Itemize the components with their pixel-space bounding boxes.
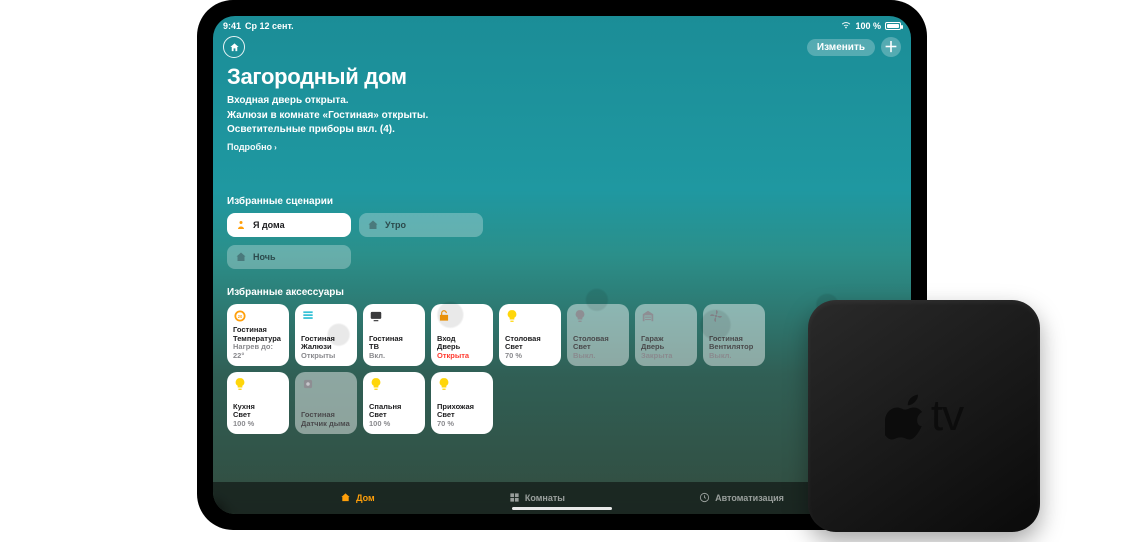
status-line: Осветительные приборы вкл. (4). bbox=[227, 123, 897, 138]
bulb-icon bbox=[505, 309, 555, 325]
house-icon bbox=[235, 251, 247, 263]
tv-icon bbox=[369, 309, 419, 325]
clock-icon bbox=[699, 492, 710, 505]
accessories-section-label: Избранные аксессуары bbox=[227, 287, 897, 298]
accessory-tile[interactable]: СтоловаяСветВыкл. bbox=[567, 304, 629, 366]
apple-logo-icon bbox=[885, 392, 925, 440]
accessory-tile[interactable]: СпальняСвет100 % bbox=[363, 372, 425, 434]
accessory-state: Вкл. bbox=[369, 352, 419, 361]
accessory-tile[interactable]: ВходДверьОткрыта bbox=[431, 304, 493, 366]
grid-icon bbox=[509, 492, 520, 505]
house-icon bbox=[340, 492, 351, 505]
accessory-state: Выкл. bbox=[573, 352, 623, 361]
bulb-icon bbox=[233, 377, 283, 393]
tab-grid[interactable]: Комнаты bbox=[509, 492, 565, 505]
tab-clock[interactable]: Автоматизация bbox=[699, 492, 784, 505]
svg-text:20: 20 bbox=[238, 313, 243, 318]
apple-tv-text: tv bbox=[931, 391, 963, 441]
accessory-tile[interactable]: ГостинаяЖалюзиОткрыты bbox=[295, 304, 357, 366]
bulb-icon bbox=[437, 377, 487, 393]
accessory-labels: ВходДверьОткрыта bbox=[437, 335, 487, 361]
status-line: Жалюзи в комнате «Гостиная» открыты. bbox=[227, 109, 897, 124]
accessory-tile[interactable]: 20 ГостинаяТемператураНагрев до: 22° bbox=[227, 304, 289, 366]
scene-label: Ночь bbox=[253, 252, 276, 262]
accessory-labels: КухняСвет100 % bbox=[233, 403, 283, 429]
home-header: Загородный дом Входная дверь открыта. Жа… bbox=[213, 58, 911, 434]
tab-label: Дом bbox=[356, 493, 375, 503]
home-icon-button[interactable] bbox=[223, 36, 245, 58]
accessory-labels: ПрихожаяСвет70 % bbox=[437, 403, 487, 429]
accessory-state: Выкл. bbox=[709, 352, 759, 361]
garage-icon bbox=[641, 309, 691, 325]
person-icon bbox=[235, 219, 247, 231]
scene-label: Утро bbox=[385, 220, 406, 230]
fan-icon bbox=[709, 309, 759, 325]
status-time: 9:41 bbox=[223, 21, 241, 31]
top-nav: Изменить ＋ bbox=[213, 32, 911, 58]
scenes-row: Я дома Утро Ночь bbox=[227, 213, 487, 269]
scenes-section-label: Избранные сценарии bbox=[227, 196, 897, 207]
accessory-state: Открыты bbox=[301, 352, 351, 361]
battery-icon bbox=[885, 22, 901, 30]
accessory-state: Открыта bbox=[437, 352, 487, 361]
accessory-tile[interactable]: СтоловаяСвет70 % bbox=[499, 304, 561, 366]
bulb-icon bbox=[573, 309, 623, 325]
status-line: Входная дверь открыта. bbox=[227, 94, 897, 109]
accessory-labels: ГостинаяТемператураНагрев до: 22° bbox=[233, 326, 283, 361]
scene-label: Я дома bbox=[253, 220, 285, 230]
accessory-tile[interactable]: ГостинаяВентиляторВыкл. bbox=[703, 304, 765, 366]
accessory-state: 100 % bbox=[369, 420, 419, 429]
edit-button[interactable]: Изменить bbox=[807, 39, 875, 56]
accessory-labels: ГостинаяДатчик дыма bbox=[301, 411, 351, 428]
accessory-tile[interactable]: КухняСвет100 % bbox=[227, 372, 289, 434]
home-title: Загородный дом bbox=[227, 64, 897, 90]
battery-pct: 100 % bbox=[855, 21, 881, 31]
accessory-labels: ГостинаяТВВкл. bbox=[369, 335, 419, 361]
accessory-state: 70 % bbox=[505, 352, 555, 361]
add-button[interactable]: ＋ bbox=[881, 37, 901, 57]
scene-tile[interactable]: Я дома bbox=[227, 213, 351, 237]
accessory-tile[interactable]: ПрихожаяСвет70 % bbox=[431, 372, 493, 434]
apple-tv-device: tv bbox=[808, 300, 1040, 532]
bulb-icon bbox=[369, 377, 419, 393]
accessory-tile[interactable]: ГаражДверьЗакрыта bbox=[635, 304, 697, 366]
accessory-labels: СтоловаяСветВыкл. bbox=[573, 335, 623, 361]
lock-icon bbox=[437, 309, 487, 325]
home-app-screen: 9:41 Ср 12 сент. 100 % Изменить ＋ bbox=[213, 16, 911, 514]
sensor-icon bbox=[301, 377, 351, 393]
tab-house[interactable]: Дом bbox=[340, 492, 375, 505]
home-indicator bbox=[512, 507, 612, 510]
home-status-lines: Входная дверь открыта. Жалюзи в комнате … bbox=[227, 94, 897, 138]
status-date: Ср 12 сент. bbox=[245, 21, 294, 31]
blinds-icon bbox=[301, 309, 351, 325]
accessory-tile[interactable]: ГостинаяТВВкл. bbox=[363, 304, 425, 366]
accessory-labels: ГаражДверьЗакрыта bbox=[641, 335, 691, 361]
accessory-name: Датчик дыма bbox=[301, 420, 351, 429]
details-link[interactable]: Подробно› bbox=[227, 142, 897, 152]
tab-label: Автоматизация bbox=[715, 493, 784, 503]
accessory-state: Нагрев до: 22° bbox=[233, 343, 283, 360]
details-label: Подробно bbox=[227, 142, 272, 152]
tab-label: Комнаты bbox=[525, 493, 565, 503]
accessory-tile[interactable]: ГостинаяДатчик дыма bbox=[295, 372, 357, 434]
apple-tv-logo: tv bbox=[885, 391, 963, 441]
accessories-grid: 20 ГостинаяТемператураНагрев до: 22° Гости… bbox=[227, 304, 897, 434]
accessory-state: 70 % bbox=[437, 420, 487, 429]
status-bar: 9:41 Ср 12 сент. 100 % bbox=[213, 16, 911, 32]
accessory-labels: ГостинаяЖалюзиОткрыты bbox=[301, 335, 351, 361]
thermostat-icon: 20 bbox=[233, 309, 283, 325]
accessory-state: Закрыта bbox=[641, 352, 691, 361]
chevron-right-icon: › bbox=[274, 143, 277, 152]
accessory-labels: ГостинаяВентиляторВыкл. bbox=[709, 335, 759, 361]
scene-tile[interactable]: Утро bbox=[359, 213, 483, 237]
accessory-state: 100 % bbox=[233, 420, 283, 429]
house-icon bbox=[367, 219, 379, 231]
accessory-labels: СпальняСвет100 % bbox=[369, 403, 419, 429]
scene-tile[interactable]: Ночь bbox=[227, 245, 351, 269]
wifi-icon bbox=[841, 20, 851, 32]
accessory-labels: СтоловаяСвет70 % bbox=[505, 335, 555, 361]
